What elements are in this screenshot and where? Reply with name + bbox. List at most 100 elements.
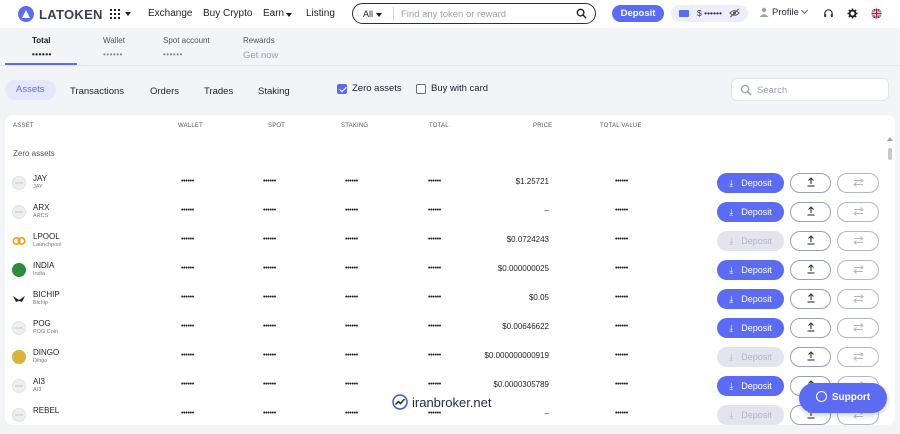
chevron-down-icon[interactable] xyxy=(125,12,131,16)
total-value: •••••• xyxy=(615,294,628,301)
nav-earn[interactable]: Earn xyxy=(263,8,284,19)
search-scope-select[interactable]: All xyxy=(363,9,383,19)
tab-rewards[interactable]: Rewards Get now xyxy=(243,36,278,61)
asset-symbol[interactable]: DINGO xyxy=(33,348,59,357)
deposit-label: Deposit xyxy=(741,381,772,391)
subtab-trades[interactable]: Trades xyxy=(204,82,233,102)
wallet-balance: •••••• xyxy=(181,352,194,359)
nav-listing[interactable]: Listing xyxy=(306,8,335,19)
settings-icon[interactable] xyxy=(847,8,858,19)
asset-symbol[interactable]: ARX xyxy=(33,203,49,212)
buy-with-card-checkbox[interactable] xyxy=(416,84,426,94)
support-button[interactable]: Support xyxy=(799,383,887,413)
coin-icon xyxy=(12,234,26,248)
withdraw-button[interactable] xyxy=(790,260,831,280)
column-header-asset[interactable]: ASSET xyxy=(13,123,34,129)
asset-symbol[interactable]: POG xyxy=(33,319,51,328)
eye-off-icon[interactable] xyxy=(729,8,740,18)
buy-with-card-label[interactable]: Buy with card xyxy=(431,83,488,94)
column-header-total-value[interactable]: TOTAL VALUE xyxy=(600,123,642,129)
transfer-button[interactable] xyxy=(837,260,879,280)
search-icon[interactable] xyxy=(576,8,587,19)
get-now-link[interactable]: Get now xyxy=(243,50,278,61)
tab-spot-label: Spot account xyxy=(163,36,210,45)
asset-symbol[interactable]: INDIA xyxy=(33,261,54,270)
search-input[interactable] xyxy=(393,7,573,21)
apps-grid-icon[interactable] xyxy=(110,9,120,19)
asset-symbol[interactable]: JAY xyxy=(33,174,47,183)
header-deposit-button[interactable]: Deposit xyxy=(612,5,664,22)
deposit-button[interactable]: ⤓ Deposit xyxy=(717,318,784,338)
wallet-card-icon xyxy=(679,10,689,17)
staking-balance: •••••• xyxy=(345,381,358,388)
price-value: – xyxy=(544,409,549,418)
transfer-button[interactable] xyxy=(837,202,879,222)
nav-buy-crypto[interactable]: Buy Crypto xyxy=(203,8,252,19)
scrollbar-thumb[interactable] xyxy=(888,148,892,160)
asset-name: Bichip xyxy=(33,300,48,306)
subtab-staking[interactable]: Staking xyxy=(258,82,290,102)
chevron-down-icon[interactable] xyxy=(286,13,292,17)
asset-name: ARCS xyxy=(33,213,49,219)
asset-search-input[interactable] xyxy=(757,83,877,97)
tab-total[interactable]: Total •••••• xyxy=(32,36,52,59)
asset-name: AI3 xyxy=(33,387,42,393)
asset-symbol[interactable]: AI3 xyxy=(33,377,45,386)
zero-assets-label[interactable]: Zero assets xyxy=(352,83,402,94)
brand-logo[interactable]: LATOKEN xyxy=(18,6,103,22)
deposit-button[interactable]: ⤓ Deposit xyxy=(717,289,784,309)
deposit-button[interactable]: ⤓ Deposit xyxy=(717,173,784,193)
column-header-staking[interactable]: STAKING xyxy=(341,123,368,129)
wallet-balance: •••••• xyxy=(181,323,194,330)
transfer-button[interactable] xyxy=(837,289,879,309)
transfer-button[interactable] xyxy=(837,173,879,193)
asset-name: JAY xyxy=(33,184,43,190)
deposit-button[interactable]: ⤓ Deposit xyxy=(717,405,784,425)
deposit-button[interactable]: ⤓ Deposit xyxy=(717,260,784,280)
withdraw-button[interactable] xyxy=(790,202,831,222)
deposit-button[interactable]: ⤓ Deposit xyxy=(717,347,784,367)
deposit-button[interactable]: ⤓ Deposit xyxy=(717,231,784,251)
section-caption: Zero assets xyxy=(13,149,55,158)
tab-wallet[interactable]: Wallet •••••• xyxy=(103,36,125,59)
headset-icon[interactable] xyxy=(823,8,834,19)
global-search: All xyxy=(352,3,596,24)
subtab-transactions[interactable]: Transactions xyxy=(70,82,124,102)
nav-exchange[interactable]: Exchange xyxy=(148,8,192,19)
profile-label: Profile xyxy=(772,7,799,18)
withdraw-button[interactable] xyxy=(790,173,831,193)
column-header-price[interactable]: PRICE xyxy=(533,123,552,129)
transfer-icon xyxy=(852,265,864,274)
total-value: •••••• xyxy=(615,236,628,243)
deposit-arrow-icon: ⤓ xyxy=(729,207,734,217)
tab-spot-account[interactable]: Spot account •••••• xyxy=(163,36,210,59)
withdraw-button[interactable] xyxy=(790,289,831,309)
wallet-balance: •••••• xyxy=(181,410,194,417)
subtab-orders[interactable]: Orders xyxy=(150,82,179,102)
price-value: $0.0724243 xyxy=(506,235,549,244)
transfer-button[interactable] xyxy=(837,347,879,367)
column-header-wallet[interactable]: WALLET xyxy=(178,123,203,129)
coin-icon: ICON xyxy=(12,205,26,219)
column-header-spot[interactable]: SPOT xyxy=(268,123,285,129)
profile-menu[interactable]: Profile xyxy=(759,6,808,18)
asset-symbol[interactable]: BICHIP xyxy=(33,290,60,299)
asset-symbol[interactable]: REBEL xyxy=(33,406,59,415)
transfer-button[interactable] xyxy=(837,231,879,251)
uk-flag-icon[interactable] xyxy=(871,8,882,19)
column-header-total[interactable]: TOTAL xyxy=(429,123,449,129)
withdraw-button[interactable] xyxy=(790,231,831,251)
deposit-button[interactable]: ⤓ Deposit xyxy=(717,202,784,222)
transfer-button[interactable] xyxy=(837,318,879,338)
zero-assets-checkbox[interactable] xyxy=(337,84,347,94)
price-value: – xyxy=(544,206,549,215)
withdraw-button[interactable] xyxy=(790,318,831,338)
wallet-balance-pill[interactable]: $ •••••• xyxy=(671,5,748,22)
scroll-up-arrow[interactable] xyxy=(887,137,893,141)
tab-wallet-value: •••••• xyxy=(103,50,123,59)
transfer-icon xyxy=(852,178,864,187)
withdraw-button[interactable] xyxy=(790,347,831,367)
asset-symbol[interactable]: LPOOL xyxy=(33,232,60,241)
subtab-assets[interactable]: Assets xyxy=(5,80,56,100)
deposit-button[interactable]: ⤓ Deposit xyxy=(717,376,784,396)
